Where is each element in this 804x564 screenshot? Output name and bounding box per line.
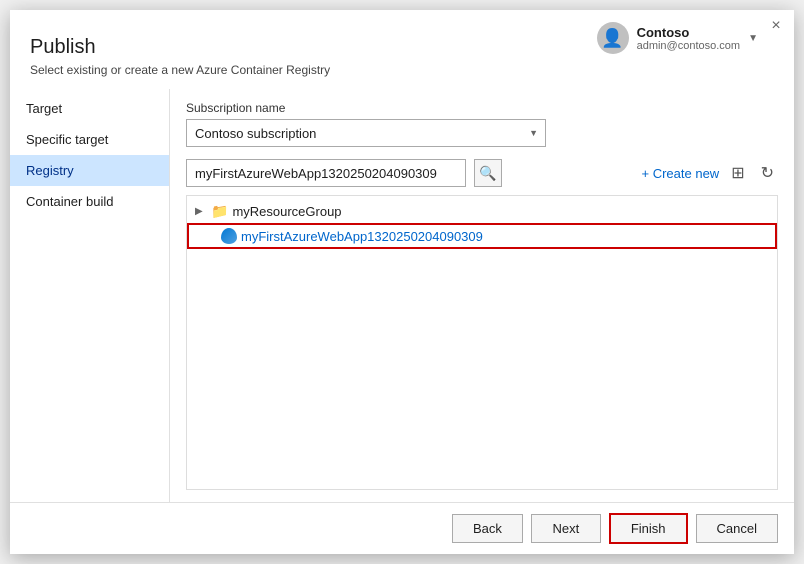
tree-expander-icon: ▶ xyxy=(195,206,211,217)
registry-actions: + Create new ⊞ ↻ xyxy=(642,161,779,185)
main-content: Subscription name Contoso subscription 🔍… xyxy=(170,89,794,502)
subscription-select-wrapper: Contoso subscription xyxy=(186,119,546,147)
registry-row: 🔍 + Create new ⊞ ↻ xyxy=(186,159,778,187)
subscription-row: Contoso subscription xyxy=(186,119,778,147)
search-icon-button[interactable]: 🔍 xyxy=(474,159,502,187)
tree-parent-item[interactable]: ▶ 📁 myResourceGroup xyxy=(187,200,777,223)
registry-search-input[interactable] xyxy=(186,159,466,187)
subscription-label: Subscription name xyxy=(186,101,778,115)
back-button[interactable]: Back xyxy=(452,514,523,543)
create-new-button[interactable]: + Create new xyxy=(642,166,720,181)
sidebar-item-registry[interactable]: Registry xyxy=(10,155,169,186)
sidebar-item-specific-target[interactable]: Specific target xyxy=(10,124,169,155)
tree-group: ▶ 📁 myResourceGroup myFirstAzureWebApp13… xyxy=(187,200,777,249)
dialog-footer: Back Next Finish Cancel xyxy=(10,502,794,554)
user-panel[interactable]: 👤 Contoso admin@contoso.com ▼ xyxy=(597,22,758,54)
user-name: Contoso xyxy=(637,25,741,40)
finish-button[interactable]: Finish xyxy=(609,513,688,544)
dialog-body: Target Specific target Registry Containe… xyxy=(10,89,794,502)
next-button[interactable]: Next xyxy=(531,514,601,543)
subscription-select[interactable]: Contoso subscription xyxy=(186,119,546,147)
azure-registry-icon xyxy=(221,228,237,244)
avatar: 👤 xyxy=(597,22,629,54)
sidebar-item-target[interactable]: Target xyxy=(10,93,169,124)
folder-icon: 📁 xyxy=(211,203,228,220)
resource-group-label: myResourceGroup xyxy=(232,204,341,219)
close-button[interactable]: × xyxy=(766,16,786,36)
cancel-button[interactable]: Cancel xyxy=(696,514,778,543)
sidebar-item-container-build[interactable]: Container build xyxy=(10,186,169,217)
registry-name-label: myFirstAzureWebApp1320250204090309 xyxy=(241,229,483,244)
dialog-subtitle: Select existing or create a new Azure Co… xyxy=(30,63,774,77)
sidebar: Target Specific target Registry Containe… xyxy=(10,89,170,502)
chevron-down-icon: ▼ xyxy=(748,33,758,44)
user-email: admin@contoso.com xyxy=(637,40,741,52)
user-info: Contoso admin@contoso.com xyxy=(637,25,741,52)
tree-container: ▶ 📁 myResourceGroup myFirstAzureWebApp13… xyxy=(186,195,778,490)
sort-icon-button[interactable]: ⊞ xyxy=(727,161,748,185)
tree-child-item[interactable]: myFirstAzureWebApp1320250204090309 xyxy=(187,223,777,249)
publish-dialog: × Publish Select existing or create a ne… xyxy=(10,10,794,554)
refresh-icon-button[interactable]: ↻ xyxy=(757,161,778,185)
